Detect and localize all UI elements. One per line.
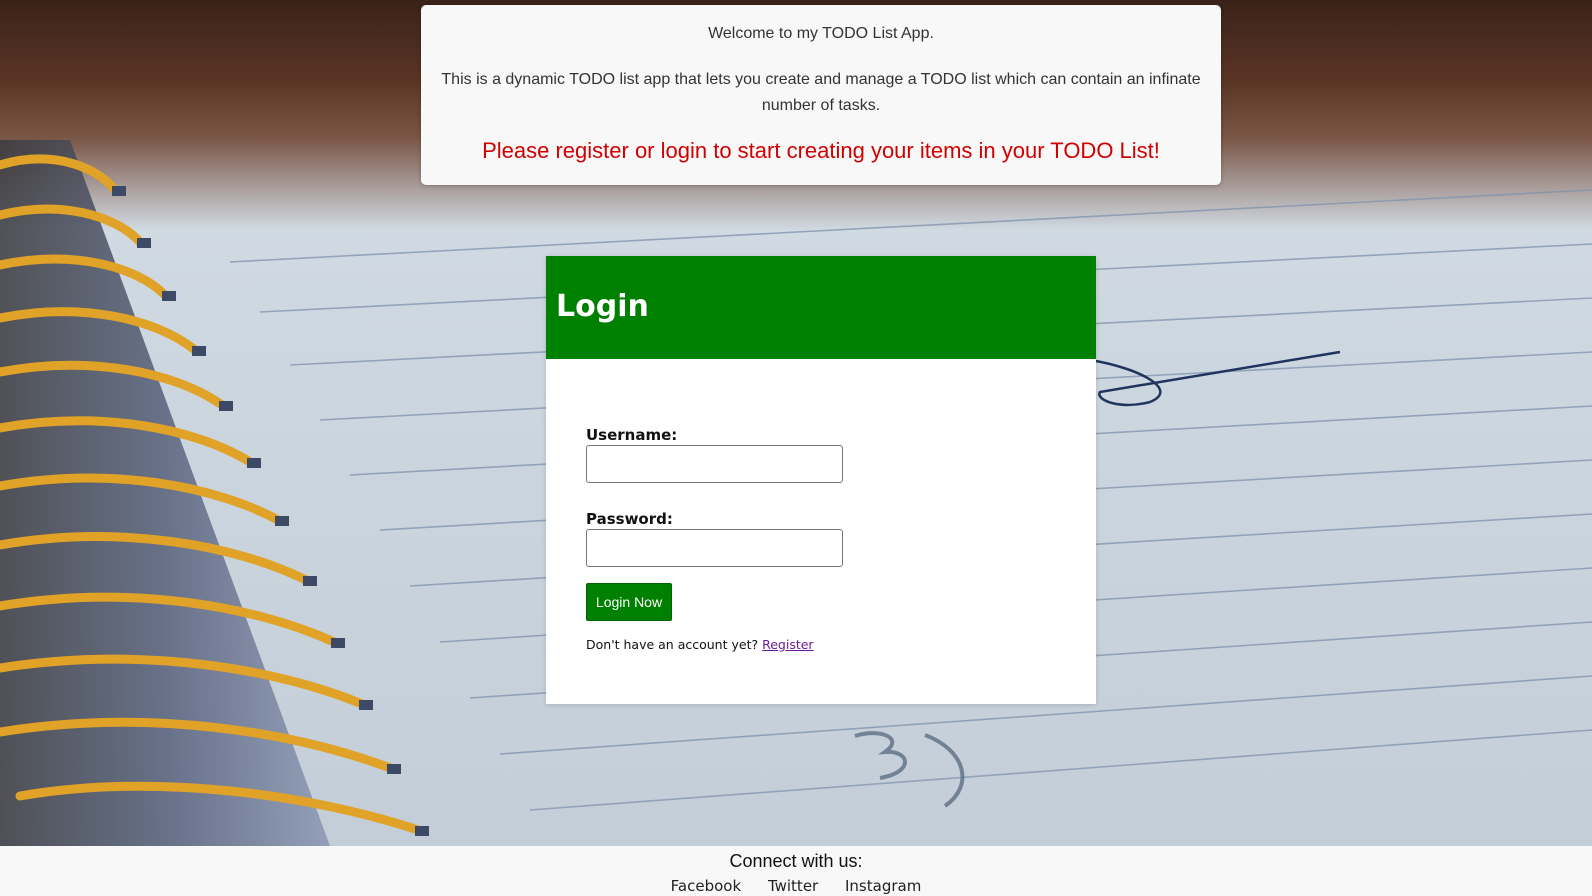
password-label: Password: [586,510,673,528]
login-title: Login [556,289,649,324]
welcome-call-to-action: Please register or login to start creati… [482,138,1160,163]
welcome-banner: Welcome to my TODO List App. This is a d… [421,5,1221,185]
no-account-text: Don't have an account yet? [586,637,759,652]
username-input[interactable] [586,445,843,483]
register-prompt: Don't have an account yet? Register [586,637,814,652]
welcome-description: This is a dynamic TODO list app that let… [441,71,1201,114]
social-links: Facebook Twitter Instagram [0,877,1592,895]
password-input[interactable] [586,529,843,567]
register-link[interactable]: Register [762,637,813,652]
login-now-button[interactable]: Login Now [586,583,672,621]
footer: Connect with us: Facebook Twitter Instag… [0,846,1592,896]
instagram-link[interactable]: Instagram [845,877,921,895]
login-card: Login Username: Password: Login Now Don'… [546,256,1096,704]
login-card-header: Login [546,256,1096,359]
username-label: Username: [586,426,678,444]
welcome-heading: Welcome to my TODO List App. [708,25,934,42]
footer-title: Connect with us: [729,851,863,871]
twitter-link[interactable]: Twitter [768,877,818,895]
facebook-link[interactable]: Facebook [671,877,741,895]
